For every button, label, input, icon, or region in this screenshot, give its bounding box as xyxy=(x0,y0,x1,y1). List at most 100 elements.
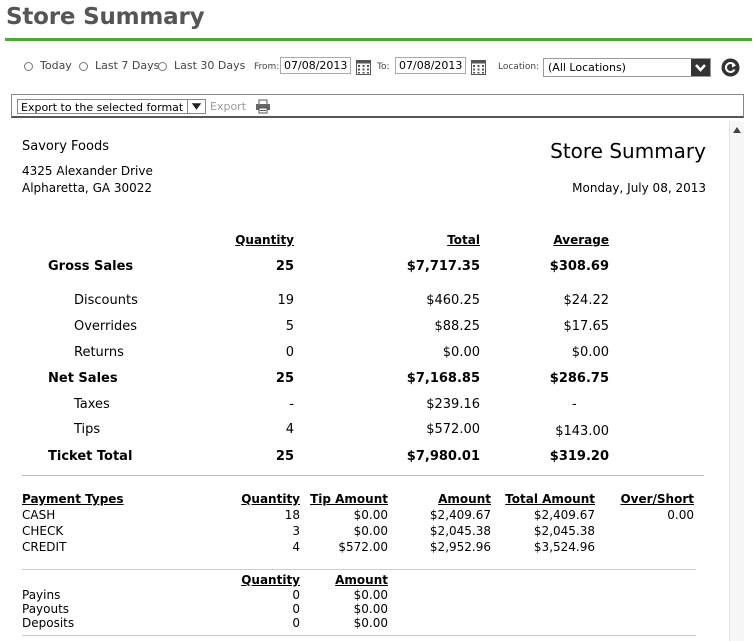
payment-row-type: CASH xyxy=(22,508,56,522)
cash-row-quantity: 0 xyxy=(292,602,300,616)
sales-header-average: Average xyxy=(553,233,609,247)
sales-row-total: $239.16 xyxy=(426,397,480,412)
cash-row-quantity: 0 xyxy=(292,616,300,630)
sales-row-quantity: 19 xyxy=(277,293,294,308)
radio-last-7-days[interactable] xyxy=(79,62,88,71)
sales-row-average: $24.22 xyxy=(563,293,610,308)
calendar-icon[interactable] xyxy=(471,60,486,75)
sales-row-total: $0.00 xyxy=(442,345,480,360)
payment-header-amount: Amount xyxy=(438,492,491,506)
payment-row-amount: $2,409.67 xyxy=(429,508,491,522)
sales-row-average: $143.00 xyxy=(555,424,609,439)
sales-row-label: Net Sales xyxy=(48,371,118,386)
sales-header-total: Total xyxy=(447,233,480,247)
from-date-input[interactable]: 07/08/2013 xyxy=(280,57,351,74)
sales-row-quantity: 25 xyxy=(275,449,294,464)
export-button[interactable]: Export xyxy=(210,100,246,113)
radio-today[interactable] xyxy=(24,62,33,71)
to-date-input[interactable]: 07/08/2013 xyxy=(395,57,466,74)
payment-row-quantity: 4 xyxy=(292,540,300,554)
address-line-2: Alpharetta, GA 30022 xyxy=(22,181,153,195)
payment-header-over-short: Over/Short xyxy=(620,492,694,506)
sales-row-label: Discounts xyxy=(74,293,138,308)
cash-row-amount: $0.00 xyxy=(353,588,388,602)
payment-header-tip: Tip Amount xyxy=(310,492,388,506)
radio-last-30-days-label[interactable]: Last 30 Days xyxy=(174,59,245,72)
payment-row-tip: $572.00 xyxy=(338,540,388,554)
cash-header-quantity: Quantity xyxy=(241,573,300,587)
sales-row-average: $319.20 xyxy=(549,449,609,464)
sales-header-quantity: Quantity xyxy=(235,233,294,247)
cash-row-amount: $0.00 xyxy=(353,616,388,630)
payment-row-total: $2,045.38 xyxy=(533,524,595,538)
location-select[interactable]: (All Locations) xyxy=(543,58,711,77)
sales-row-average: $17.65 xyxy=(563,319,610,334)
radio-today-label[interactable]: Today xyxy=(40,59,72,72)
sales-row-quantity: - xyxy=(289,397,294,412)
cash-header-amount: Amount xyxy=(335,573,388,587)
payment-row-type: CHECK xyxy=(22,524,64,538)
page-title: Store Summary xyxy=(6,4,205,30)
sales-row-label: Taxes xyxy=(74,397,110,412)
sales-row-label: Ticket Total xyxy=(48,449,133,464)
sales-row-quantity: 4 xyxy=(285,422,294,437)
payment-row-tip: $0.00 xyxy=(353,524,388,538)
radio-last-7-days-label[interactable]: Last 7 Days xyxy=(95,59,159,72)
sales-row-quantity: 25 xyxy=(275,259,294,274)
cash-row-label: Payins xyxy=(22,588,61,602)
cash-row-label: Payouts xyxy=(22,602,70,616)
payment-header-quantity: Quantity xyxy=(241,492,300,506)
payment-row-tip: $0.00 xyxy=(353,508,388,522)
cash-row-amount: $0.00 xyxy=(353,602,388,616)
vertical-scrollbar[interactable] xyxy=(729,121,744,641)
sales-row-average: $308.69 xyxy=(549,259,609,274)
payment-row-over-short: 0.00 xyxy=(667,508,694,522)
address-line-1: 4325 Alexander Drive xyxy=(22,164,153,178)
sales-row-total: $88.25 xyxy=(434,319,481,334)
sales-row-total: $7,980.01 xyxy=(406,449,480,464)
payment-row-quantity: 18 xyxy=(284,508,300,522)
from-label: From: xyxy=(254,62,280,72)
sales-row-total: $7,717.35 xyxy=(406,259,480,274)
export-format-select[interactable]: Export to the selected format xyxy=(17,99,206,114)
sales-row-quantity: 5 xyxy=(285,319,294,334)
location-label: Location: xyxy=(498,62,540,72)
sales-row-label: Gross Sales xyxy=(48,259,134,274)
chevron-down-icon[interactable] xyxy=(691,59,710,76)
sales-row-label: Tips xyxy=(74,422,101,437)
payment-row-amount: $2,952.96 xyxy=(429,540,491,554)
payment-row-quantity: 3 xyxy=(292,524,300,538)
title-underline xyxy=(5,38,752,41)
divider xyxy=(22,475,704,476)
calendar-icon[interactable] xyxy=(356,60,371,75)
cash-row-label: Deposits xyxy=(22,616,75,630)
payment-header-total: Total Amount xyxy=(505,492,595,506)
refresh-icon[interactable] xyxy=(721,58,740,77)
payment-row-type: CREDIT xyxy=(22,540,67,554)
divider xyxy=(22,569,696,570)
sales-row-average: $0.00 xyxy=(571,345,609,360)
scroll-up-arrow-icon[interactable] xyxy=(733,127,741,133)
report-date: Monday, July 08, 2013 xyxy=(572,181,706,195)
report-toolbar: Export to the selected format Export xyxy=(11,94,744,118)
payment-row-total: $2,409.67 xyxy=(533,508,595,522)
report-title: Store Summary xyxy=(550,139,706,163)
company-name: Savory Foods xyxy=(22,139,109,154)
radio-last-30-days[interactable] xyxy=(158,62,167,71)
printer-icon[interactable] xyxy=(255,99,271,114)
export-format-value: Export to the selected format xyxy=(21,101,184,114)
sales-row-total: $460.25 xyxy=(426,293,480,308)
to-label: To: xyxy=(377,62,390,72)
triangle-down-icon[interactable] xyxy=(187,100,205,113)
sales-row-quantity: 0 xyxy=(285,345,294,360)
cash-row-quantity: 0 xyxy=(292,588,300,602)
sales-row-quantity: 25 xyxy=(275,371,294,386)
sales-row-label: Returns xyxy=(74,345,124,360)
sales-row-total: $572.00 xyxy=(426,422,480,437)
divider xyxy=(22,635,696,636)
sales-row-label: Overrides xyxy=(74,319,138,334)
payment-row-total: $3,524.96 xyxy=(533,540,595,554)
payment-row-amount: $2,045.38 xyxy=(429,524,491,538)
sales-row-average: - xyxy=(572,397,577,412)
location-select-value: (All Locations) xyxy=(548,61,626,74)
